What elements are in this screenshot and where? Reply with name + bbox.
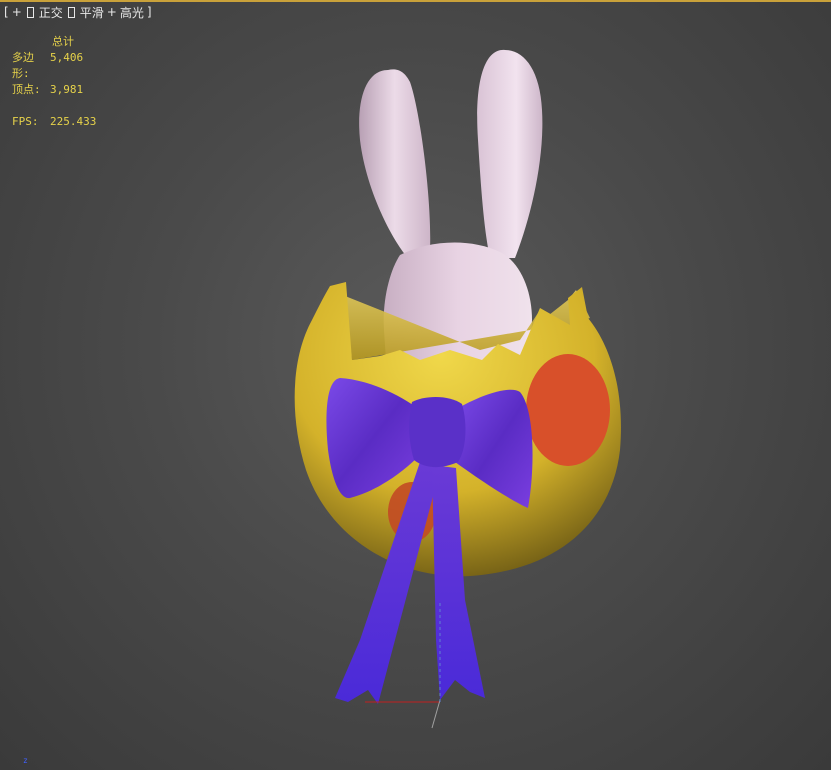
scene-render[interactable] [0, 0, 831, 770]
egg-spot-right [526, 354, 610, 466]
axis-y-line [431, 699, 441, 729]
bow-knot [409, 396, 466, 468]
bunny-left-ear [359, 69, 431, 258]
bunny-right-ear [477, 49, 543, 259]
axis-z-label: z [23, 756, 28, 765]
